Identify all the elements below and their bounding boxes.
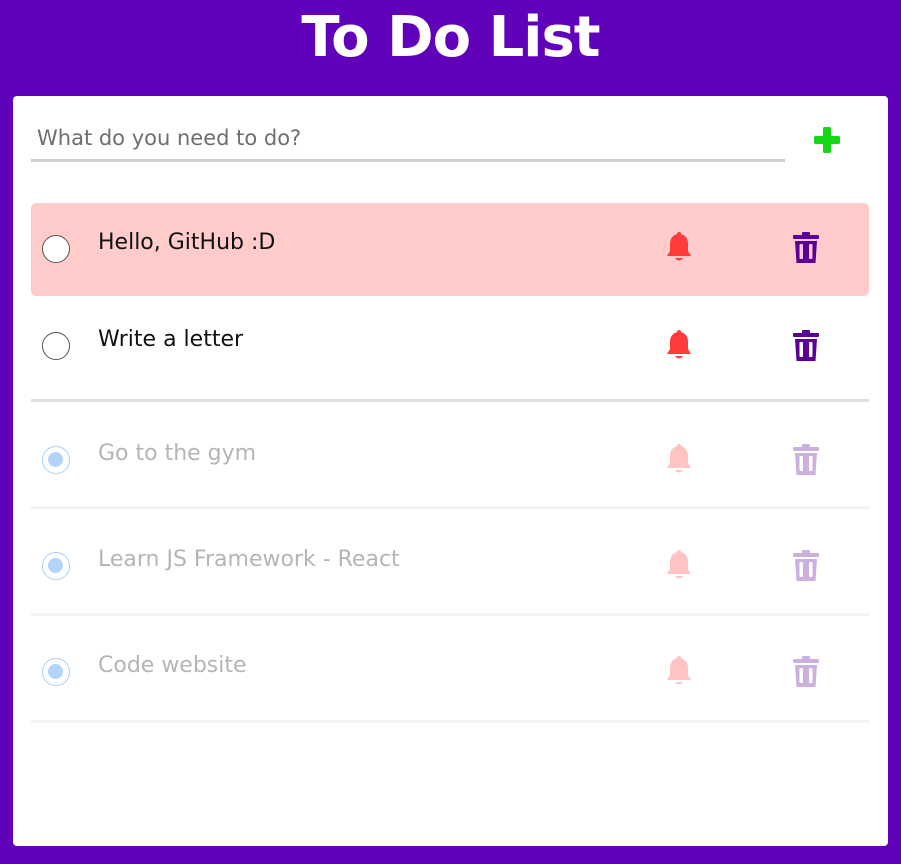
todo-card: Hello, GitHub :D Write a letter bbox=[13, 96, 888, 846]
task-checkbox[interactable] bbox=[42, 235, 70, 263]
bell-icon[interactable] bbox=[665, 550, 693, 582]
trash-icon[interactable] bbox=[793, 330, 819, 362]
task-item: Write a letter bbox=[31, 296, 869, 402]
task-label: Write a letter bbox=[98, 327, 244, 352]
task-checkbox[interactable] bbox=[42, 658, 70, 686]
add-task-button[interactable] bbox=[809, 122, 845, 158]
new-task-input[interactable] bbox=[31, 116, 785, 159]
trash-icon[interactable] bbox=[793, 656, 819, 688]
task-item: Code website bbox=[31, 616, 869, 723]
task-label: Code website bbox=[98, 653, 247, 678]
trash-icon[interactable] bbox=[793, 444, 819, 476]
trash-icon[interactable] bbox=[793, 232, 819, 264]
bell-icon[interactable] bbox=[665, 656, 693, 688]
task-label: Go to the gym bbox=[98, 441, 257, 466]
bell-icon[interactable] bbox=[665, 330, 693, 362]
task-item: Learn JS Framework - React bbox=[31, 509, 869, 616]
task-item: Hello, GitHub :D bbox=[31, 203, 869, 296]
task-list: Hello, GitHub :D Write a letter Go to th… bbox=[31, 203, 869, 723]
bell-icon[interactable] bbox=[665, 444, 693, 476]
new-task-field bbox=[31, 116, 785, 162]
app-title: To Do List bbox=[301, 5, 600, 70]
trash-icon[interactable] bbox=[793, 550, 819, 582]
plus-icon bbox=[814, 127, 840, 153]
task-label: Learn JS Framework - React bbox=[98, 547, 400, 572]
task-item: Go to the gym bbox=[31, 402, 869, 509]
task-checkbox[interactable] bbox=[42, 552, 70, 580]
task-checkbox[interactable] bbox=[42, 332, 70, 360]
bell-icon[interactable] bbox=[665, 232, 693, 264]
task-label: Hello, GitHub :D bbox=[98, 230, 276, 255]
task-checkbox[interactable] bbox=[42, 446, 70, 474]
